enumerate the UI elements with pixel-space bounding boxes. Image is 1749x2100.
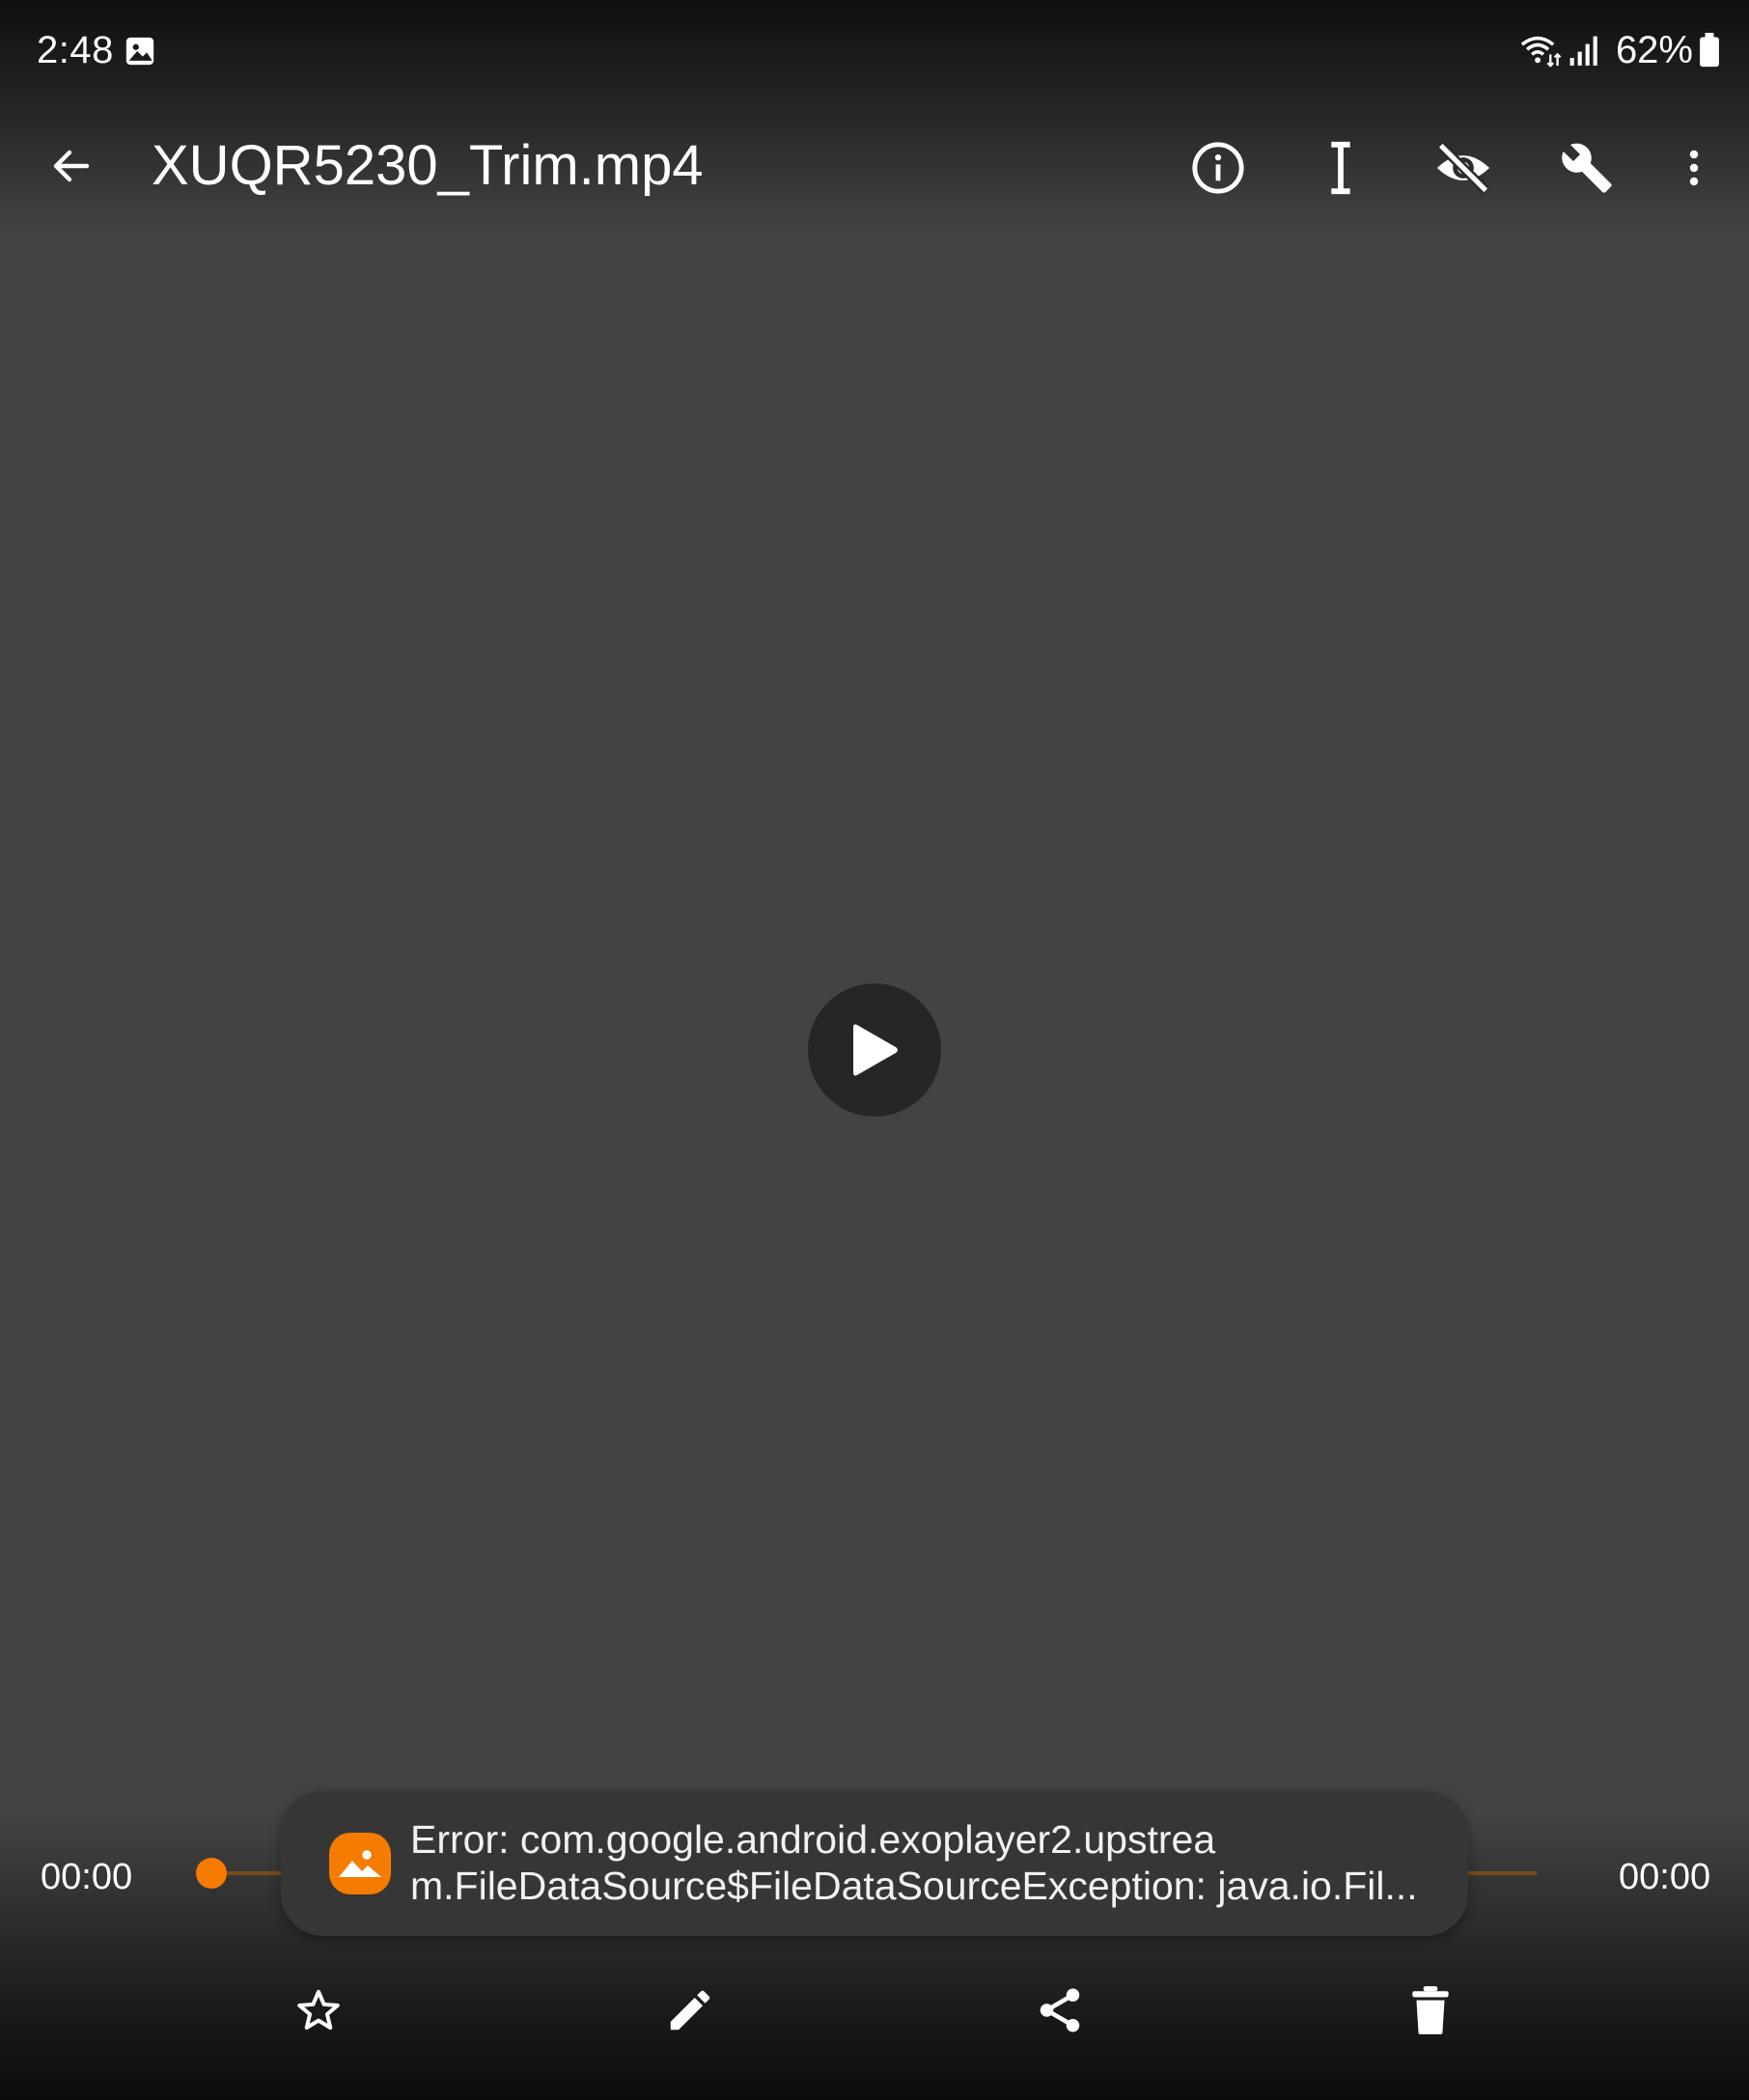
image-notification-icon bbox=[125, 37, 154, 66]
file-title: XUQR5230_Trim.mp4 bbox=[152, 134, 704, 197]
more-vert-icon bbox=[1689, 150, 1699, 186]
favorite-button[interactable] bbox=[280, 1972, 357, 2049]
status-time: 2:48 bbox=[37, 29, 114, 71]
back-button[interactable] bbox=[33, 127, 110, 205]
status-bar: 2:48 62% bbox=[0, 0, 1749, 100]
star-outline-icon bbox=[297, 1989, 340, 2031]
info-icon bbox=[1192, 142, 1244, 194]
text-recognition-button[interactable] bbox=[1302, 129, 1379, 207]
video-viewer-screen: 2:48 62% XUQR5230_Trim.mp4 00:00 00:00 E… bbox=[0, 0, 1749, 2100]
info-button[interactable] bbox=[1180, 129, 1257, 207]
play-button[interactable] bbox=[808, 983, 941, 1117]
text-cursor-icon bbox=[1331, 141, 1350, 195]
share-icon bbox=[1040, 1988, 1080, 2032]
visibility-off-icon bbox=[1436, 142, 1490, 194]
wifi-icon bbox=[1520, 36, 1562, 68]
hide-button[interactable] bbox=[1425, 129, 1502, 207]
arrow-back-icon bbox=[53, 150, 90, 182]
seek-thumb[interactable] bbox=[196, 1858, 227, 1889]
edit-button[interactable] bbox=[652, 1972, 729, 2049]
signal-icon bbox=[1569, 36, 1597, 66]
error-message: Error: com.google.android.exoplayer2.ups… bbox=[410, 1817, 1418, 1908]
wrench-icon bbox=[1562, 143, 1612, 193]
play-icon bbox=[853, 1024, 898, 1076]
current-time: 00:00 bbox=[41, 1857, 133, 1897]
error-toast: Error: com.google.android.exoplayer2.ups… bbox=[281, 1791, 1468, 1936]
status-right-group: 62% bbox=[1519, 25, 1720, 75]
delete-button[interactable] bbox=[1392, 1972, 1469, 2049]
pencil-icon bbox=[670, 1990, 710, 2031]
tools-button[interactable] bbox=[1548, 129, 1625, 207]
app-bar: XUQR5230_Trim.mp4 bbox=[0, 110, 1749, 216]
share-button[interactable] bbox=[1021, 1972, 1098, 2049]
battery-icon bbox=[1700, 33, 1719, 68]
gallery-app-icon bbox=[329, 1833, 391, 1894]
more-options-button[interactable] bbox=[1655, 129, 1733, 207]
trash-icon bbox=[1412, 1986, 1449, 2034]
battery-percent: 62% bbox=[1615, 29, 1693, 71]
total-time: 00:00 bbox=[1619, 1857, 1711, 1897]
